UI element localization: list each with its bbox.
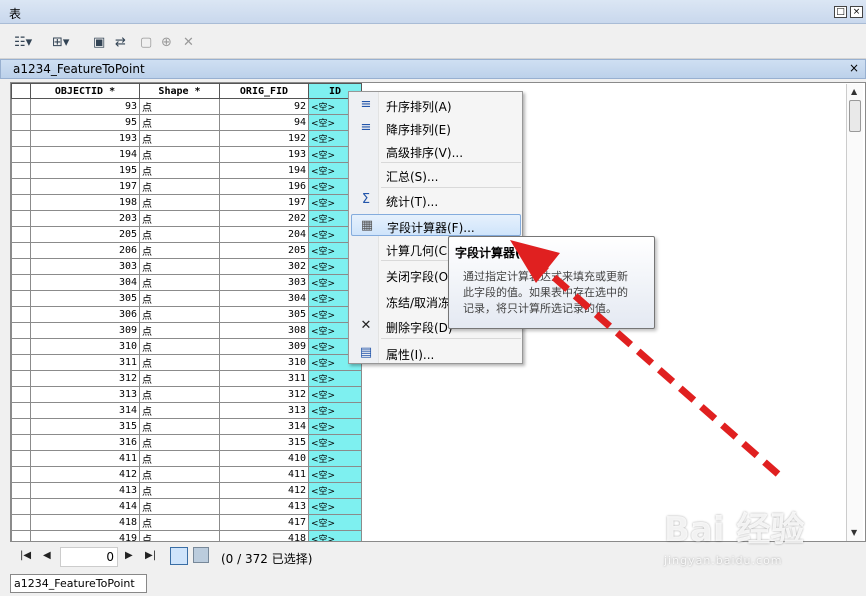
baidu-watermark: Bai 经验 jingyan.baidu.com	[664, 502, 864, 582]
watermark-url: jingyan.baidu.com	[664, 554, 783, 567]
watermark-brand: Bai 经验	[664, 510, 805, 550]
